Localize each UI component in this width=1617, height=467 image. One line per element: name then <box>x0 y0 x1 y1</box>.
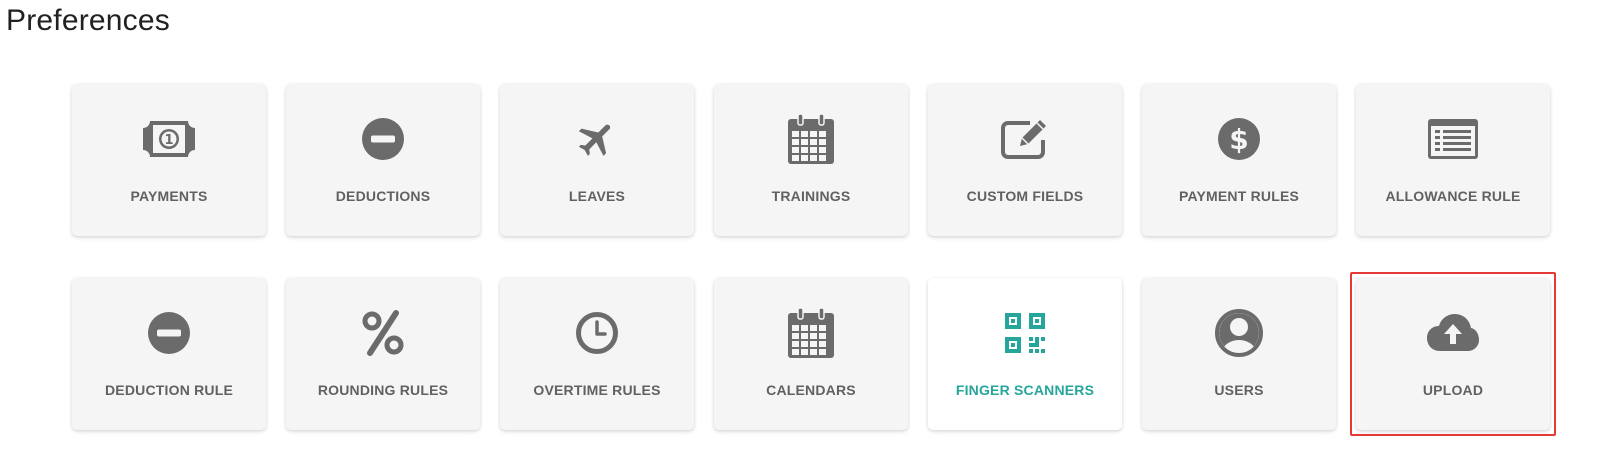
edit-icon <box>997 114 1053 164</box>
tile-label: LEAVES <box>568 188 626 204</box>
user-circle-icon <box>1211 308 1267 358</box>
tile-label: OVERTIME RULES <box>533 382 661 398</box>
preferences-grid: 1 PAYMENTS DEDUCTIONS LEAVES TRAININGS C… <box>72 84 1556 436</box>
calendars-tile[interactable]: CALENDARS <box>714 278 908 430</box>
leaves-tile[interactable]: LEAVES <box>500 84 694 236</box>
tile-label: CALENDARS <box>766 382 856 398</box>
tile-label: ROUNDING RULES <box>317 382 449 398</box>
svg-text:1: 1 <box>164 133 173 148</box>
payment-rules-tile[interactable]: $ PAYMENT RULES <box>1142 84 1336 236</box>
page-title: Preferences <box>6 4 170 37</box>
money-bill-icon: 1 <box>141 114 197 164</box>
list-icon <box>1425 114 1481 164</box>
plane-icon <box>569 114 625 164</box>
tile-label: PAYMENT RULES <box>1178 188 1300 204</box>
overtime-rules-tile[interactable]: OVERTIME RULES <box>500 278 694 430</box>
users-tile[interactable]: USERS <box>1142 278 1336 430</box>
deduction-rule-tile[interactable]: DEDUCTION RULE <box>72 278 266 430</box>
finger-scanners-tile[interactable]: FINGER SCANNERS <box>928 278 1122 430</box>
tile-label: FINGER SCANNERS <box>955 382 1095 398</box>
calendar-icon <box>783 114 839 164</box>
tile-label: PAYMENTS <box>130 188 208 204</box>
tile-label: ALLOWANCE RULE <box>1385 188 1521 204</box>
tile-label: DEDUCTIONS <box>335 188 431 204</box>
dollar-circle-icon: $ <box>1211 114 1267 164</box>
allowance-rule-tile[interactable]: ALLOWANCE RULE <box>1356 84 1550 236</box>
deductions-tile[interactable]: DEDUCTIONS <box>286 84 480 236</box>
tile-label: TRAININGS <box>771 188 851 204</box>
calendar-icon <box>783 308 839 358</box>
minus-circle-icon <box>141 308 197 358</box>
tile-label: USERS <box>1214 382 1264 398</box>
qrcode-icon <box>997 308 1053 358</box>
payments-tile[interactable]: 1 PAYMENTS <box>72 84 266 236</box>
tile-label: CUSTOM FIELDS <box>966 188 1084 204</box>
percent-icon <box>355 308 411 358</box>
cloud-upload-icon <box>1425 308 1481 358</box>
trainings-tile[interactable]: TRAININGS <box>714 84 908 236</box>
upload-tile[interactable]: UPLOAD <box>1350 272 1556 436</box>
minus-circle-icon <box>355 114 411 164</box>
svg-text:$: $ <box>1229 123 1248 156</box>
tile-label: DEDUCTION RULE <box>104 382 234 398</box>
rounding-rules-tile[interactable]: ROUNDING RULES <box>286 278 480 430</box>
clock-icon <box>569 308 625 358</box>
tile-label: UPLOAD <box>1422 382 1484 398</box>
custom-fields-tile[interactable]: CUSTOM FIELDS <box>928 84 1122 236</box>
